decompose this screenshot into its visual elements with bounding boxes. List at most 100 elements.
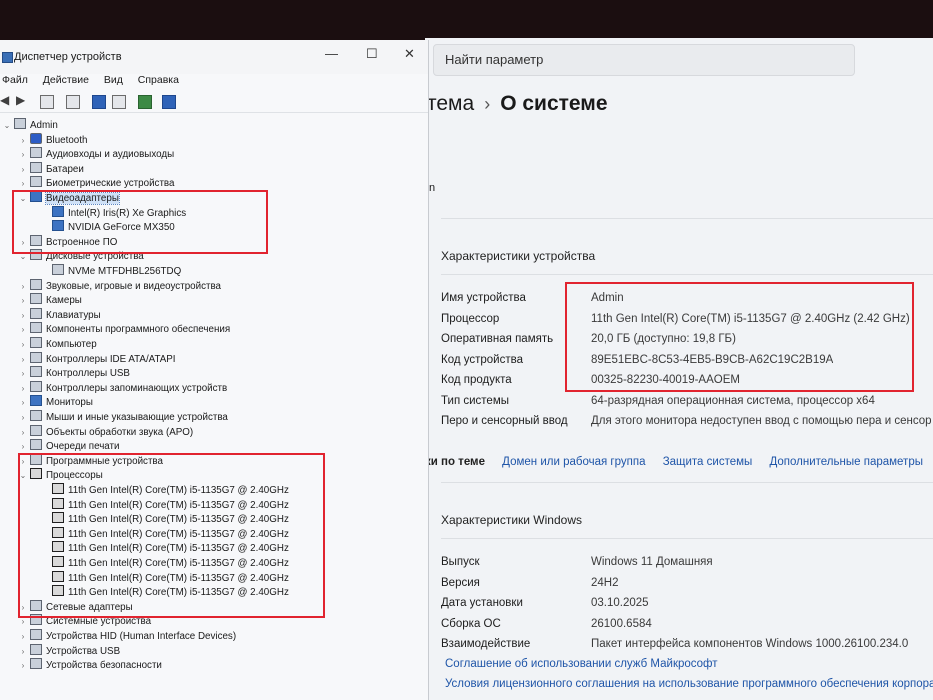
device-category[interactable]: › Встроенное ПО [18, 234, 118, 251]
chevron-right-icon[interactable]: › [18, 294, 28, 309]
chevron-right-icon[interactable]: › [18, 455, 28, 470]
spec-key: Оперативная память [441, 333, 554, 345]
back-arrow-icon[interactable]: ◀ [0, 93, 12, 107]
tree-item-label: Камеры [46, 295, 82, 307]
device-category[interactable]: › Камеры [18, 293, 82, 308]
device-category[interactable]: ⌄ Admin [2, 118, 58, 133]
chevron-right-icon[interactable]: › [18, 309, 28, 324]
chevron-right-icon[interactable]: › [18, 177, 28, 192]
device-category[interactable]: › Контроллеры запоминающих устройств [18, 380, 228, 397]
device-item[interactable]: 11th Gen Intel(R) Core(TM) i5-1135G7 @ 2… [40, 512, 289, 527]
tree-item-label: Устройства USB [46, 645, 121, 657]
chevron-down-icon[interactable]: ⌄ [18, 469, 28, 484]
maximize-button[interactable]: ☐ [366, 46, 378, 62]
chevron-right-icon[interactable]: › [18, 615, 28, 630]
forward-arrow-icon[interactable]: ▶ [16, 93, 28, 107]
device-category[interactable]: › Звуковые, игровые и видеоустройства [18, 278, 221, 295]
tree-item-label: Контроллеры запоминающих устройств [46, 382, 228, 394]
advanced-settings-link[interactable]: Дополнительные параметры [769, 456, 923, 468]
chevron-right-icon[interactable]: › [18, 323, 28, 338]
device-category[interactable]: › Устройства USB [18, 643, 121, 660]
device-category[interactable]: › Bluetooth [18, 132, 87, 149]
device-category[interactable]: › Контроллеры IDE ATA/ATAPI [18, 351, 176, 368]
related-links-label: ки по теме [425, 456, 485, 468]
device-category[interactable]: › Устройства HID (Human Interface Devices… [18, 629, 236, 644]
minimize-button[interactable]: — [325, 46, 338, 61]
help-icon[interactable] [92, 95, 106, 109]
chevron-right-icon[interactable]: › [18, 440, 28, 455]
settings-search-input[interactable]: Найти параметр [433, 44, 855, 76]
device-item[interactable]: 11th Gen Intel(R) Core(TM) i5-1135G7 @ 2… [40, 483, 289, 498]
breadcrumb-parent[interactable]: тема [427, 92, 474, 115]
chevron-right-icon[interactable]: › [18, 353, 28, 368]
device-item[interactable]: Intel(R) Iris(R) Xe Graphics [40, 205, 186, 221]
device-item[interactable]: NVMe MTFDHBL256TDQ [40, 264, 181, 279]
menu-help[interactable]: Справка [138, 74, 179, 86]
chevron-right-icon[interactable]: › [18, 601, 28, 616]
close-button[interactable]: ✕ [404, 46, 415, 62]
properties-icon[interactable] [40, 95, 54, 109]
cpu-icon [52, 526, 64, 538]
list-view-icon[interactable] [112, 95, 126, 109]
menu-action[interactable]: Действие [43, 74, 89, 86]
tree-item-label: 11th Gen Intel(R) Core(TM) i5-1135G7 @ 2… [68, 514, 289, 526]
device-category[interactable]: › Контроллеры USB [18, 366, 130, 381]
menu-view[interactable]: Вид [104, 74, 123, 86]
software-icon [30, 322, 42, 334]
device-category[interactable]: › Аудиовходы и аудиовыходы [18, 147, 174, 162]
device-category[interactable]: › Сетевые адаптеры [18, 599, 133, 616]
device-item[interactable]: 11th Gen Intel(R) Core(TM) i5-1135G7 @ 2… [40, 556, 289, 571]
device-category[interactable]: › Компоненты программного обеспечения [18, 322, 230, 337]
device-item[interactable]: 11th Gen Intel(R) Core(TM) i5-1135G7 @ 2… [40, 570, 289, 586]
device-category[interactable]: › Очереди печати [18, 439, 120, 454]
title-bar[interactable]: Диспетчер устройств — ☐ ✕ [0, 40, 428, 74]
device-category[interactable]: › Мониторы [18, 395, 93, 410]
device-category[interactable]: ⌄ Дисковые устройства [18, 249, 144, 264]
device-category[interactable]: › Объекты обработки звука (APO) [18, 424, 193, 441]
tree-item-label: Встроенное ПО [46, 236, 118, 248]
chevron-right-icon[interactable]: › [18, 396, 28, 411]
device-item[interactable]: NVIDIA GeForce MX350 [40, 220, 175, 235]
chevron-down-icon[interactable]: ⌄ [2, 119, 12, 134]
device-item[interactable]: 11th Gen Intel(R) Core(TM) i5-1135G7 @ 2… [40, 526, 289, 542]
chevron-right-icon[interactable]: › [18, 236, 28, 251]
scan-hardware-icon[interactable] [138, 95, 152, 109]
chevron-right-icon[interactable]: › [18, 426, 28, 441]
chevron-down-icon[interactable]: ⌄ [18, 250, 28, 265]
device-category[interactable]: › Биометрические устройства [18, 176, 174, 191]
chevron-right-icon[interactable]: › [18, 163, 28, 178]
menu-file[interactable]: Файл [2, 74, 28, 86]
device-category[interactable]: › Клавиатуры [18, 307, 101, 324]
tree-item-label: Мониторы [46, 397, 93, 409]
tree-view-icon[interactable] [66, 95, 80, 109]
system-protection-link[interactable]: Защита системы [663, 456, 753, 468]
device-category[interactable]: › Мыши и иные указывающие устройства [18, 410, 228, 425]
chevron-right-icon[interactable]: › [18, 659, 28, 674]
chevron-right-icon[interactable]: › [18, 382, 28, 397]
chevron-right-icon[interactable]: › [18, 411, 28, 426]
chevron-right-icon[interactable]: › [18, 134, 28, 149]
cpu-icon [52, 541, 64, 553]
device-category[interactable]: › Системные устройства [18, 614, 151, 629]
device-item[interactable]: 11th Gen Intel(R) Core(TM) i5-1135G7 @ 2… [40, 497, 289, 513]
monitor-icon[interactable] [162, 95, 176, 109]
chevron-right-icon[interactable]: › [18, 367, 28, 382]
license-terms-link[interactable]: Условия лицензионного соглашения на испо… [445, 674, 933, 694]
chevron-right-icon[interactable]: › [18, 645, 28, 660]
services-agreement-link[interactable]: Соглашение об использовании служб Майкро… [445, 654, 933, 674]
chevron-right-icon[interactable]: › [18, 280, 28, 295]
device-item[interactable]: 11th Gen Intel(R) Core(TM) i5-1135G7 @ 2… [40, 541, 289, 556]
device-item[interactable]: 11th Gen Intel(R) Core(TM) i5-1135G7 @ 2… [40, 585, 289, 600]
device-category[interactable]: › Компьютер [18, 337, 97, 352]
chevron-right-icon[interactable]: › [18, 148, 28, 163]
chevron-right-icon[interactable]: › [18, 338, 28, 353]
device-category[interactable]: ⌄ Видеоадаптеры [18, 191, 120, 207]
chevron-right-icon[interactable]: › [18, 630, 28, 645]
device-category[interactable]: › Батареи [18, 161, 84, 178]
device-category[interactable]: › Устройства безопасности [18, 658, 162, 673]
domain-link[interactable]: Домен или рабочая группа [502, 456, 645, 468]
chevron-down-icon[interactable]: ⌄ [18, 192, 28, 207]
device-category[interactable]: › Программные устройства [18, 453, 163, 470]
device-category[interactable]: ⌄ Процессоры [18, 468, 103, 483]
cpu-icon [52, 497, 64, 509]
